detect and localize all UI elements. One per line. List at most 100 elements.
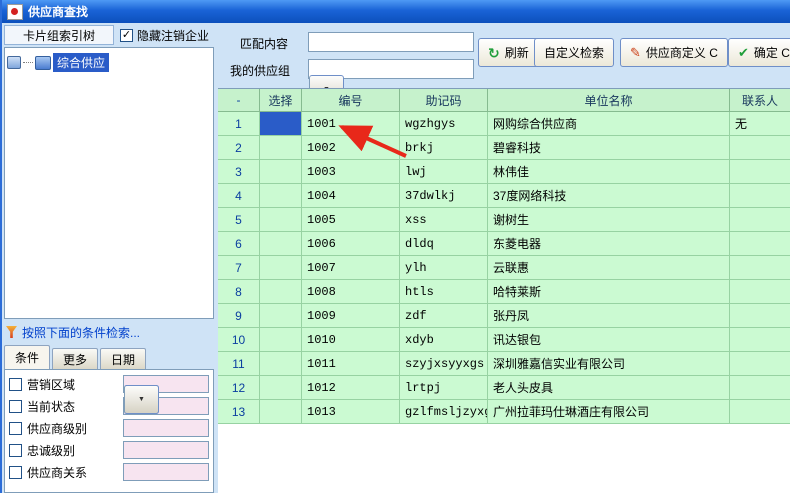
header-select[interactable]: 选择 [260, 89, 302, 112]
select-cell[interactable] [260, 160, 302, 184]
table-row[interactable]: 13 1013 gzlfmsljzyxgs 广州拉菲玛仕琳酒庄有限公司 [218, 400, 790, 424]
tab-condition[interactable]: 条件 [4, 345, 50, 369]
supplier-define-button[interactable]: ✎ 供应商定义 C [620, 38, 728, 67]
contact-cell[interactable] [730, 400, 790, 424]
company-name-cell[interactable]: 谢树生 [488, 208, 730, 232]
mnemonic-cell[interactable]: xdyb [400, 328, 488, 352]
header-contact[interactable]: 联系人 [730, 89, 790, 112]
code-cell[interactable]: 1008 [302, 280, 400, 304]
code-cell[interactable]: 1003 [302, 160, 400, 184]
my-supplier-group-combo[interactable]: ▼ [308, 59, 474, 79]
table-row[interactable]: 10 1010 xdyb 讯达银包 [218, 328, 790, 352]
company-name-cell[interactable]: 张丹凤 [488, 304, 730, 328]
select-cell[interactable] [260, 400, 302, 424]
filter-checkbox[interactable] [9, 444, 22, 457]
row-number-cell[interactable]: 9 [218, 304, 260, 328]
company-name-cell[interactable]: 讯达银包 [488, 328, 730, 352]
company-name-cell[interactable]: 深圳雅嘉信实业有限公司 [488, 352, 730, 376]
tree-node-icon[interactable] [7, 56, 21, 69]
row-number-cell[interactable]: 6 [218, 232, 260, 256]
select-cell[interactable] [260, 328, 302, 352]
row-number-cell[interactable]: 13 [218, 400, 260, 424]
filter-checkbox[interactable] [9, 400, 22, 413]
table-row[interactable]: 2 1002 brkj 碧睿科技 [218, 136, 790, 160]
header-mnemonic[interactable]: 助记码 [400, 89, 488, 112]
contact-cell[interactable] [730, 304, 790, 328]
header-index[interactable]: - [218, 89, 260, 112]
select-cell[interactable] [260, 304, 302, 328]
company-name-cell[interactable]: 碧睿科技 [488, 136, 730, 160]
match-content-input[interactable] [308, 32, 474, 52]
table-row[interactable]: 1 1001 wgzhgys 网购综合供应商 无 [218, 112, 790, 136]
select-cell[interactable] [260, 256, 302, 280]
row-number-cell[interactable]: 8 [218, 280, 260, 304]
code-cell[interactable]: 1009 [302, 304, 400, 328]
table-row[interactable]: 4 1004 37dwlkj 37度网络科技 [218, 184, 790, 208]
mnemonic-cell[interactable]: wgzhgys [400, 112, 488, 136]
mnemonic-cell[interactable]: htls [400, 280, 488, 304]
company-name-cell[interactable]: 林伟佳 [488, 160, 730, 184]
contact-cell[interactable] [730, 328, 790, 352]
company-name-cell[interactable]: 哈特莱斯 [488, 280, 730, 304]
mnemonic-cell[interactable]: lrtpj [400, 376, 488, 400]
filter-combo[interactable]: ▼ [123, 441, 209, 459]
contact-cell[interactable] [730, 256, 790, 280]
code-cell[interactable]: 1004 [302, 184, 400, 208]
table-row[interactable]: 7 1007 ylh 云联惠 [218, 256, 790, 280]
row-number-cell[interactable]: 4 [218, 184, 260, 208]
refresh-button[interactable]: ↻ 刷新 [478, 38, 539, 67]
mnemonic-cell[interactable]: 37dwlkj [400, 184, 488, 208]
select-cell[interactable] [260, 376, 302, 400]
dropdown-arrow-icon[interactable]: ▼ [124, 385, 159, 414]
mnemonic-cell[interactable]: zdf [400, 304, 488, 328]
select-cell[interactable] [260, 136, 302, 160]
code-cell[interactable]: 1006 [302, 232, 400, 256]
contact-cell[interactable] [730, 352, 790, 376]
contact-cell[interactable] [730, 136, 790, 160]
custom-search-button[interactable]: 自定义检索 [534, 38, 614, 67]
tab-card-index-tree[interactable]: 卡片组索引树 [4, 25, 114, 45]
contact-cell[interactable] [730, 208, 790, 232]
tree-item-label[interactable]: 综合供应 [53, 53, 109, 72]
mnemonic-cell[interactable]: brkj [400, 136, 488, 160]
row-number-cell[interactable]: 12 [218, 376, 260, 400]
table-row[interactable]: 6 1006 dldq 东菱电器 [218, 232, 790, 256]
table-row[interactable]: 9 1009 zdf 张丹凤 [218, 304, 790, 328]
row-number-cell[interactable]: 3 [218, 160, 260, 184]
company-name-cell[interactable]: 37度网络科技 [488, 184, 730, 208]
table-row[interactable]: 3 1003 lwj 林伟佳 [218, 160, 790, 184]
row-number-cell[interactable]: 11 [218, 352, 260, 376]
company-name-cell[interactable]: 老人头皮具 [488, 376, 730, 400]
hide-canceled-checkbox[interactable]: ✓ [120, 29, 133, 42]
table-row[interactable]: 12 1012 lrtpj 老人头皮具 [218, 376, 790, 400]
code-cell[interactable]: 1012 [302, 376, 400, 400]
filter-checkbox[interactable] [9, 378, 22, 391]
mnemonic-cell[interactable]: xss [400, 208, 488, 232]
row-number-cell[interactable]: 7 [218, 256, 260, 280]
select-cell[interactable] [260, 352, 302, 376]
header-code[interactable]: 编号 [302, 89, 400, 112]
tree-item-general-supply[interactable]: 综合供应 [7, 53, 211, 72]
filter-checkbox[interactable] [9, 422, 22, 435]
contact-cell[interactable] [730, 184, 790, 208]
select-cell[interactable] [260, 112, 302, 136]
mnemonic-cell[interactable]: szyjxsyyxgs [400, 352, 488, 376]
title-bar[interactable]: 供应商查找 [2, 0, 790, 23]
filter-combo[interactable]: ▼ [123, 463, 209, 481]
select-cell[interactable] [260, 232, 302, 256]
row-number-cell[interactable]: 1 [218, 112, 260, 136]
tab-date[interactable]: 日期 [100, 348, 146, 369]
code-cell[interactable]: 1013 [302, 400, 400, 424]
code-cell[interactable]: 1010 [302, 328, 400, 352]
company-name-cell[interactable]: 广州拉菲玛仕琳酒庄有限公司 [488, 400, 730, 424]
row-number-cell[interactable]: 10 [218, 328, 260, 352]
mnemonic-cell[interactable]: dldq [400, 232, 488, 256]
code-cell[interactable]: 1001 [302, 112, 400, 136]
company-name-cell[interactable]: 东菱电器 [488, 232, 730, 256]
contact-cell[interactable] [730, 376, 790, 400]
filter-checkbox[interactable] [9, 466, 22, 479]
code-cell[interactable]: 1005 [302, 208, 400, 232]
filter-combo[interactable]: ▼ [123, 419, 209, 437]
select-cell[interactable] [260, 208, 302, 232]
row-number-cell[interactable]: 5 [218, 208, 260, 232]
